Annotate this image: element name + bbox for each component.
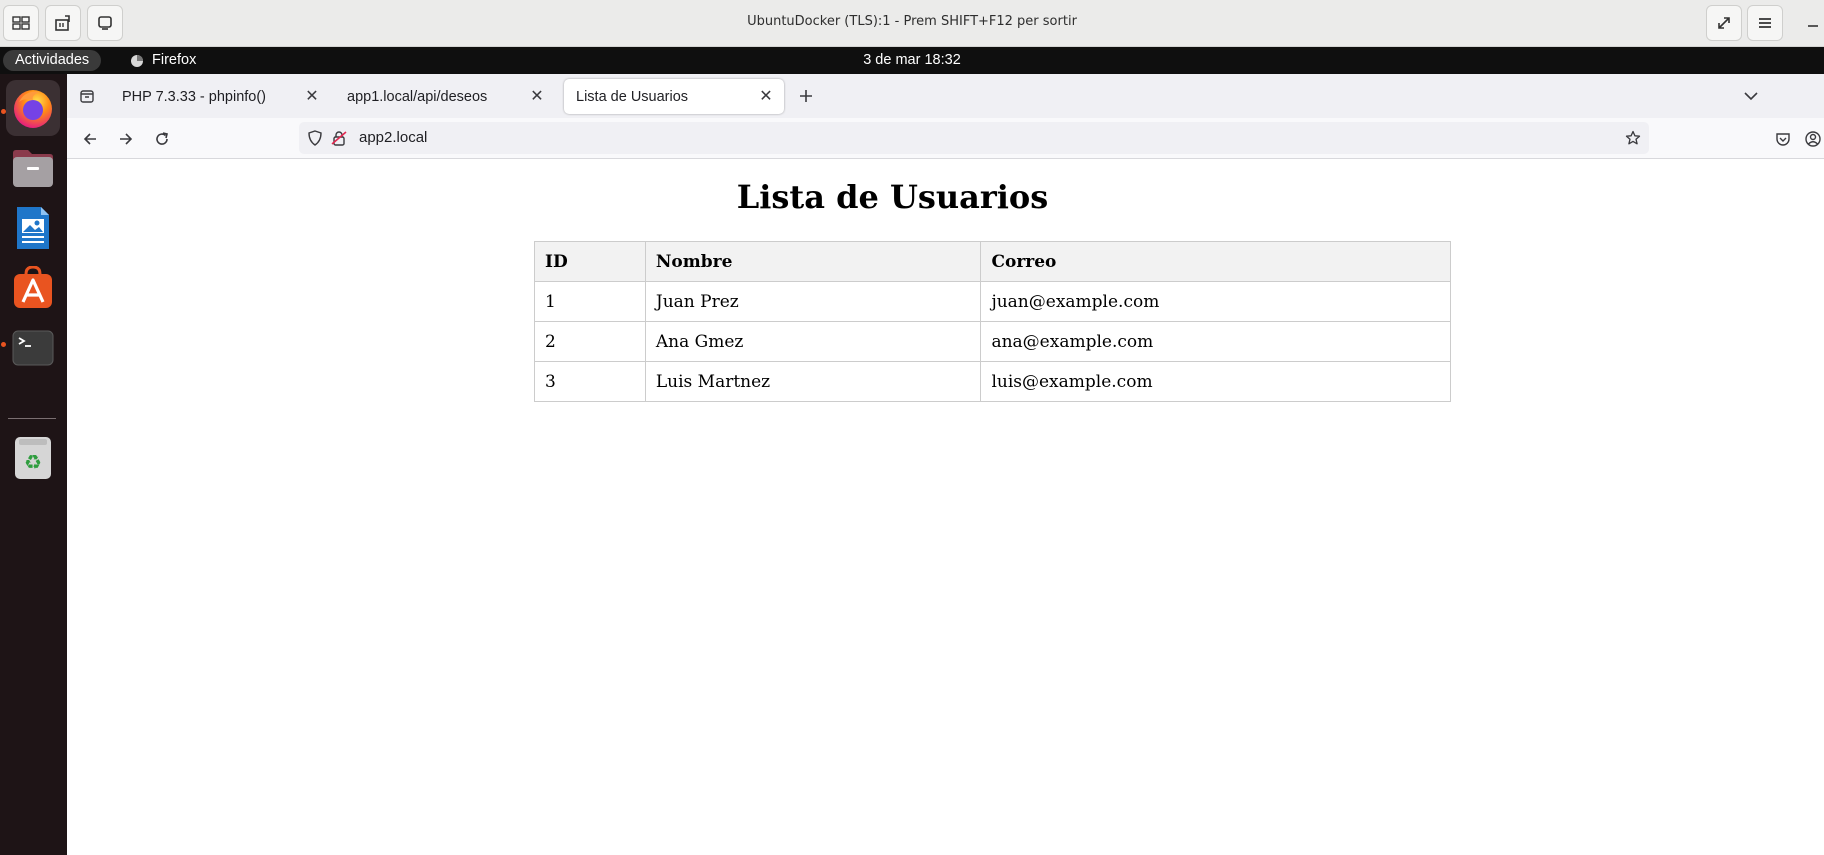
back-button[interactable] (75, 124, 105, 154)
url-bar[interactable]: app2.local (299, 122, 1649, 154)
cell-nombre: Juan Prez (644, 281, 982, 322)
close-icon[interactable]: ✕ (756, 86, 776, 106)
fullscreen-button[interactable] (1706, 5, 1742, 41)
table-row: 1 Juan Prez juan@example.com (534, 281, 1451, 322)
menu-button[interactable] (1747, 5, 1783, 41)
tab-lista-usuarios[interactable]: Lista de Usuarios ✕ (564, 79, 784, 114)
page-content: Lista de Usuarios ID Nombre Correo 1 Jua… (67, 160, 1824, 855)
tab-api-deseos[interactable]: app1.local/api/deseos ✕ (335, 79, 555, 114)
bookmark-star-icon[interactable] (1625, 130, 1641, 146)
table-row: 2 Ana Gmez ana@example.com (534, 321, 1451, 362)
close-icon[interactable]: ✕ (527, 86, 547, 106)
table-row: 3 Luis Martnez luis@example.com (534, 361, 1451, 402)
account-icon (1805, 131, 1821, 147)
close-icon[interactable]: ✕ (302, 86, 322, 106)
hamburger-icon (1759, 18, 1771, 28)
dock: ♻ (0, 74, 67, 855)
plus-icon (800, 90, 812, 102)
dock-trash[interactable]: ♻ (6, 430, 60, 486)
remote-viewer-toolbar: UbuntuDocker (TLS):1 - Prem SHIFT+F12 pe… (0, 0, 1824, 47)
cell-correo: luis@example.com (980, 361, 1451, 402)
dock-separator (8, 418, 56, 419)
column-header-correo: Correo (980, 241, 1451, 282)
clock[interactable]: 3 de mar 18:32 (0, 51, 1824, 70)
tab-label: app1.local/api/deseos (347, 88, 488, 105)
cell-id: 3 (534, 361, 646, 402)
firefox-view-icon (80, 90, 94, 103)
table-header-row: ID Nombre Correo (534, 241, 1451, 282)
account-button[interactable] (1802, 124, 1824, 154)
column-header-id: ID (534, 241, 646, 282)
dock-terminal[interactable] (6, 320, 60, 376)
navigation-bar: app2.local (67, 118, 1824, 159)
cell-nombre: Ana Gmez (644, 321, 982, 362)
reload-button[interactable] (147, 124, 177, 154)
firefox-icon (14, 90, 52, 128)
new-tab-button[interactable] (792, 82, 820, 110)
url-text[interactable]: app2.local (359, 129, 427, 146)
viewer-title: UbuntuDocker (TLS):1 - Prem SHIFT+F12 pe… (747, 14, 1077, 29)
trash-icon: ♻ (15, 437, 51, 479)
dock-app-center[interactable] (6, 260, 60, 316)
page-title: Lista de Usuarios (736, 178, 1049, 216)
column-header-nombre: Nombre (644, 241, 982, 282)
files-icon (13, 150, 53, 187)
pocket-button[interactable] (1768, 124, 1798, 154)
tab-bar: PHP 7.3.33 - phpinfo() ✕ app1.local/api/… (67, 74, 1824, 118)
firefox-view-button[interactable] (73, 82, 101, 110)
pocket-icon (1776, 133, 1790, 146)
insecure-lock-icon[interactable] (331, 130, 347, 146)
tab-label: PHP 7.3.33 - phpinfo() (122, 88, 267, 105)
fullscreen-icon (1718, 17, 1730, 29)
cell-id: 2 (534, 321, 646, 362)
writer-icon (17, 207, 49, 249)
list-all-tabs-button[interactable] (1737, 82, 1765, 110)
reload-icon (156, 132, 168, 145)
dock-writer[interactable] (6, 200, 60, 256)
dock-firefox[interactable] (6, 80, 60, 136)
cell-correo: ana@example.com (980, 321, 1451, 362)
tracking-protection-shield-icon[interactable] (307, 130, 323, 146)
terminal-icon (12, 330, 54, 366)
back-arrow-icon (83, 133, 96, 145)
svg-text:♻: ♻ (24, 450, 42, 474)
app-center-icon (14, 266, 52, 308)
tab-label: Lista de Usuarios (576, 88, 689, 105)
dock-files[interactable] (6, 140, 60, 196)
gnome-top-panel: Actividades Firefox 3 de mar 18:32 (0, 47, 1824, 74)
tab-phpinfo[interactable]: PHP 7.3.33 - phpinfo() ✕ (110, 79, 330, 114)
cell-nombre: Luis Martnez (644, 361, 982, 402)
minimize-button[interactable] (1806, 12, 1824, 32)
minimize-icon (1808, 25, 1818, 27)
chevron-down-icon (1744, 92, 1758, 101)
forward-arrow-icon (120, 133, 133, 145)
users-table: ID Nombre Correo 1 Juan Prez juan@exampl… (534, 241, 1451, 402)
cell-id: 1 (534, 281, 646, 322)
forward-button[interactable] (111, 124, 141, 154)
cell-correo: juan@example.com (980, 281, 1451, 322)
